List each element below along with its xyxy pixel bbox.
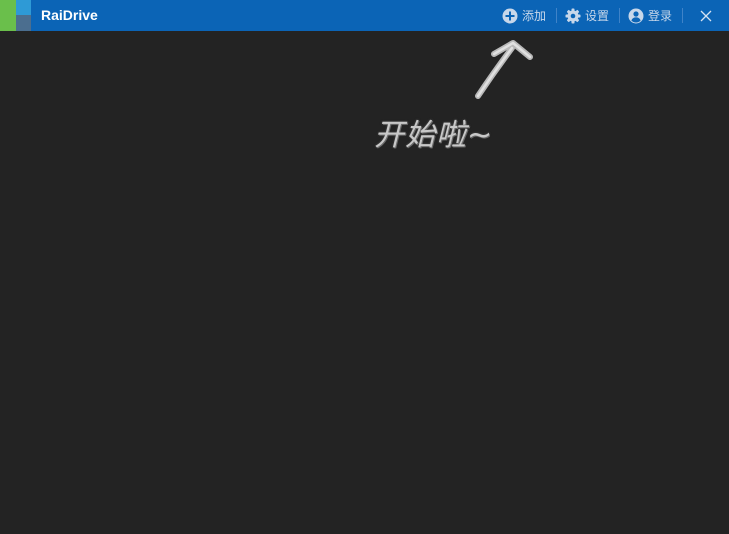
login-button[interactable]: 登录: [628, 0, 672, 31]
arrow-up-icon: [475, 40, 533, 99]
start-hint-text: 开始啦~: [374, 118, 494, 153]
settings-label: 设置: [585, 9, 610, 23]
settings-button[interactable]: 设置: [565, 0, 609, 31]
add-button[interactable]: 添加: [502, 0, 546, 31]
close-icon: [700, 10, 712, 21]
close-button[interactable]: [691, 0, 721, 31]
login-label: 登录: [648, 9, 673, 23]
app-title: RaiDrive: [41, 7, 98, 23]
toolbar-divider: [556, 8, 557, 23]
user-circle-icon: [628, 8, 644, 23]
app-window: RaiDrive 添加 设置 登录 开始啦~: [0, 0, 729, 534]
gear-icon: [565, 8, 581, 23]
plus-circle-icon: [502, 8, 518, 23]
title-bar[interactable]: RaiDrive 添加 设置 登录: [0, 0, 729, 31]
raidrive-logo: [0, 0, 31, 31]
toolbar-divider: [619, 8, 620, 23]
toolbar-divider: [682, 8, 683, 23]
add-label: 添加: [522, 9, 547, 23]
